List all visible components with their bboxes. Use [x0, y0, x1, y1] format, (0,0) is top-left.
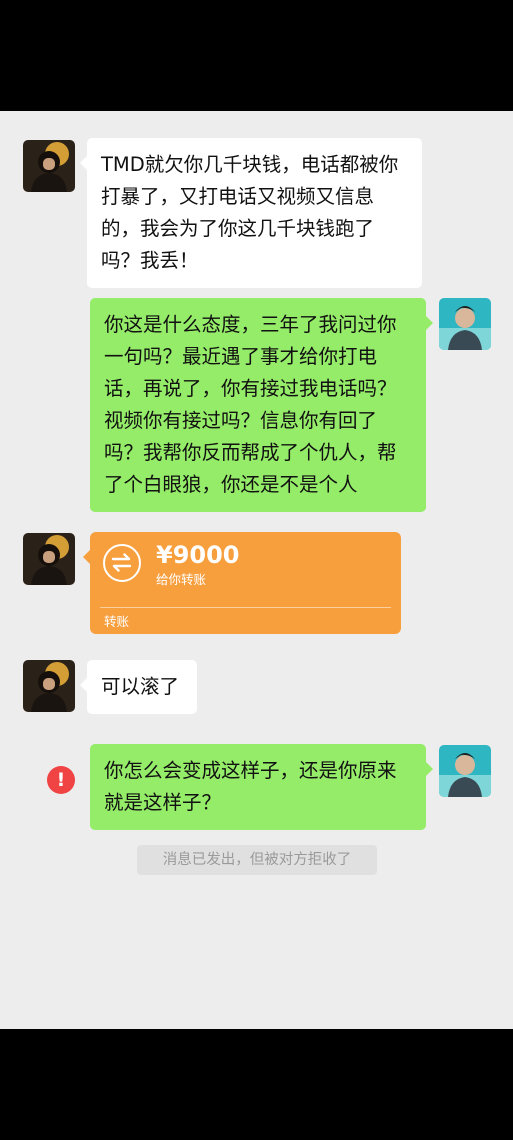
contact-avatar[interactable] [23, 533, 75, 585]
contact-avatar[interactable] [23, 660, 75, 712]
message-text: 你怎么会变成这样子，还是你原来就是这样子？ [104, 759, 397, 814]
message-bubble-incoming[interactable]: 可以滚了 [80, 660, 197, 714]
message-text: TMD就欠你几千块钱，电话都被你打暴了，又打电话又视频又信息的，我会为了你这几千… [101, 153, 399, 272]
bottom-black-bar [0, 1029, 513, 1140]
message-text: 你这是什么态度，三年了我问过你一句吗？最近遇了事才给你打电话，再说了，你有接过我… [104, 313, 397, 496]
message-bubble-outgoing[interactable]: 你怎么会变成这样子，还是你原来就是这样子？ [90, 744, 433, 830]
self-avatar[interactable] [439, 298, 491, 350]
self-avatar[interactable] [439, 745, 491, 797]
transfer-subtitle: 给你转账 [156, 572, 207, 587]
exclamation-icon[interactable]: ! [47, 766, 75, 794]
transfer-footer-label: 转账 [104, 614, 130, 629]
message-bubble-outgoing[interactable]: 你这是什么态度，三年了我问过你一句吗？最近遇了事才给你打电话，再说了，你有接过我… [90, 298, 433, 512]
message-bubble-incoming[interactable]: TMD就欠你几千块钱，电话都被你打暴了，又打电话又视频又信息的，我会为了你这几千… [80, 138, 422, 288]
system-notice-rejected: 消息已发出，但被对方拒收了 [137, 845, 377, 875]
transfer-card[interactable]: ¥9000 给你转账 转账 [83, 532, 401, 634]
transfer-exchange-icon [103, 544, 141, 582]
top-black-bar [0, 0, 513, 111]
contact-avatar[interactable] [23, 140, 75, 192]
transfer-divider [100, 607, 391, 608]
transfer-amount: ¥9000 [156, 541, 240, 569]
message-text: 可以滚了 [101, 675, 180, 698]
